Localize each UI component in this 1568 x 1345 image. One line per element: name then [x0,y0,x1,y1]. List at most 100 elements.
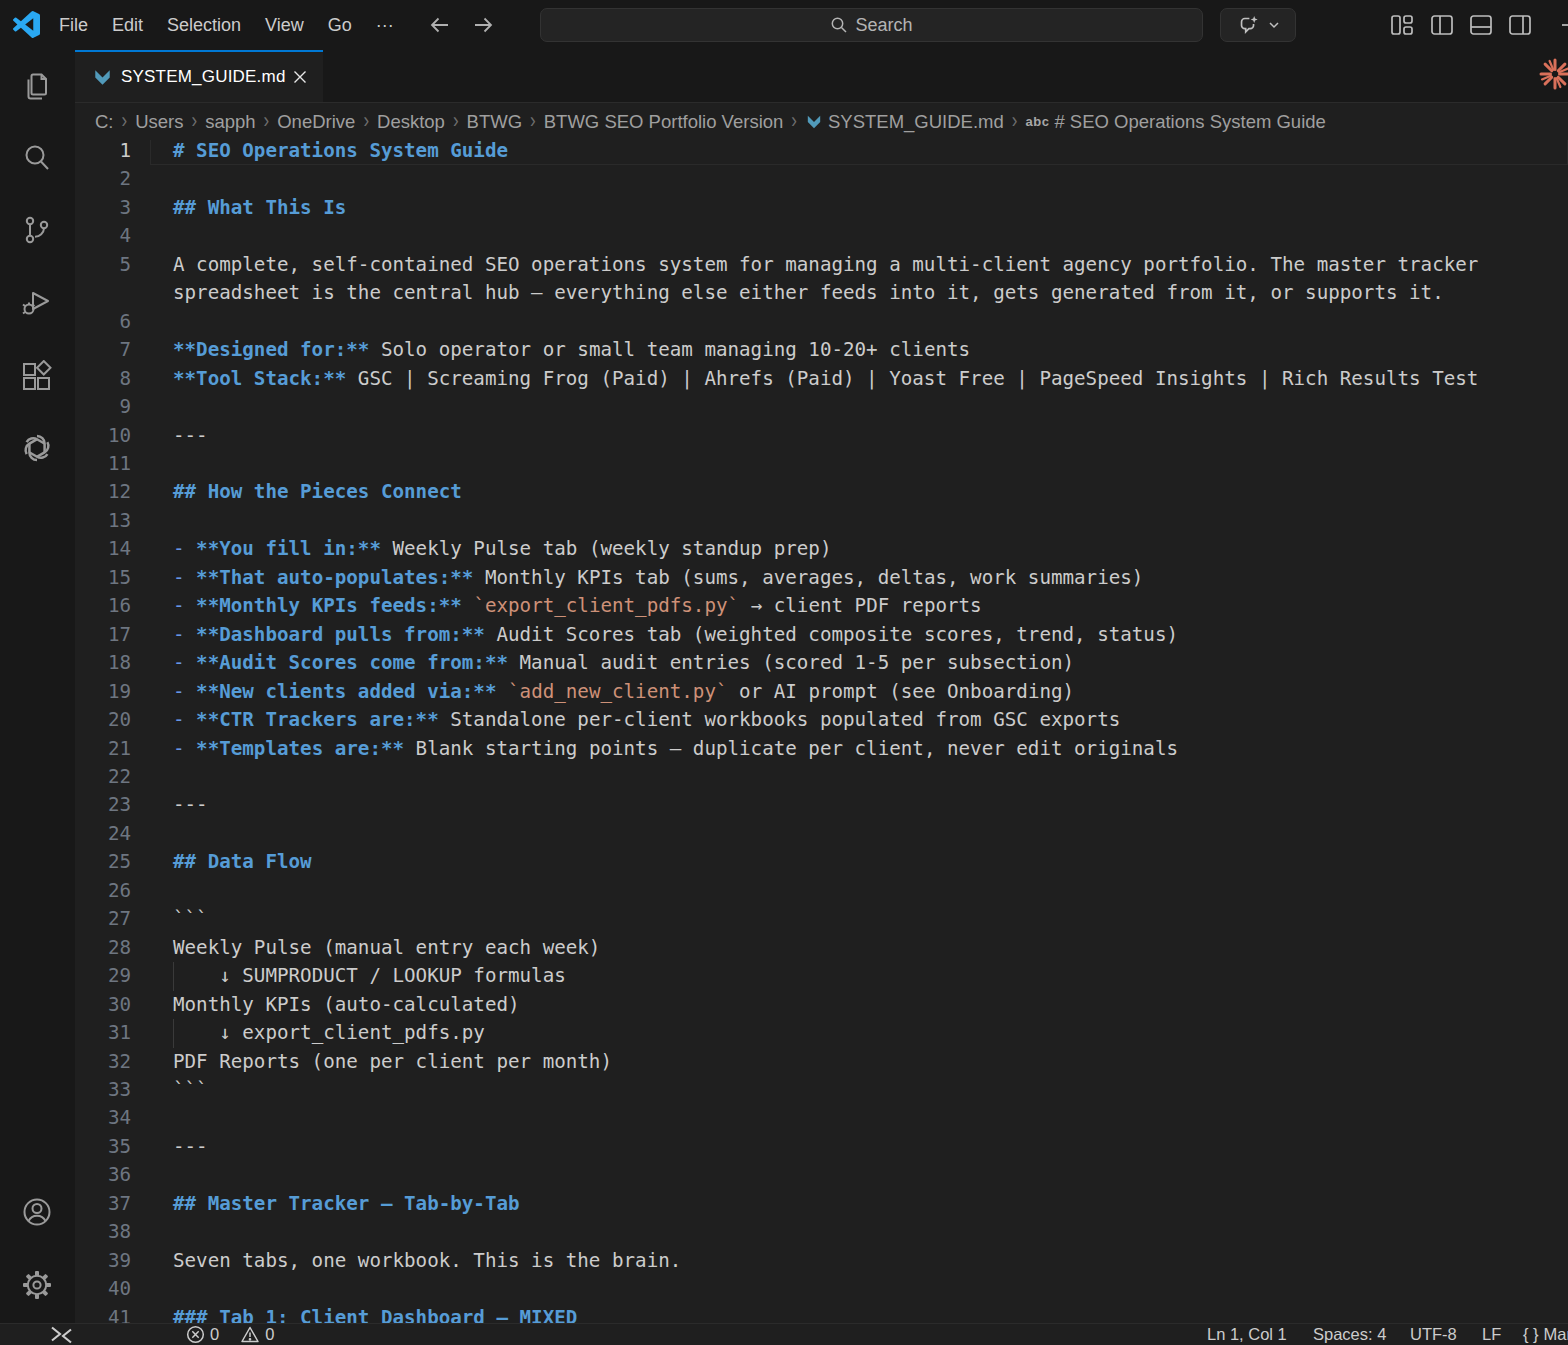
editor-line-16: 16- **Monthly KPIs feeds:** `export_clie… [75,592,1568,620]
code-text [173,820,1545,848]
customize-layout-button[interactable] [1389,12,1415,38]
breadcrumb-separator: › [362,109,370,134]
indentation-status[interactable]: Spaces: 4 [1313,1324,1386,1345]
line-number: 3 [75,194,131,222]
breadcrumb-item[interactable]: Desktop [377,111,445,133]
markdown-file-icon [92,67,113,88]
menu-view[interactable]: View [253,15,316,36]
encoding-status[interactable]: UTF-8 [1410,1324,1457,1345]
line-number: 21 [75,735,131,763]
editor-line-6: 6 [75,308,1568,336]
breadcrumb-item[interactable]: OneDrive [277,111,355,133]
line-number: 2 [75,165,131,193]
language-mode[interactable]: { }Markdown [1523,1324,1568,1345]
error-count: 0 [210,1325,219,1344]
breadcrumb-item[interactable]: C: [95,111,114,133]
editor-line-27: 27``` [75,905,1568,933]
cursor-position[interactable]: Ln 1, Col 1 [1207,1324,1287,1345]
code-text: ## What This Is [173,194,1545,222]
line-number: 20 [75,706,131,734]
menu-selection[interactable]: Selection [155,15,253,36]
account-icon[interactable] [20,1195,54,1229]
editor-line-21: 21- **Templates are:** Blank starting po… [75,735,1568,763]
run-debug-icon[interactable] [20,286,54,320]
settings-gear-icon[interactable] [20,1268,54,1302]
editor-line-41: 41### Tab 1: Client Dashboard — MIXED [75,1304,1568,1323]
code-text [173,1218,1545,1246]
code-text: # SEO Operations System Guide [173,140,1545,165]
editor-action-burst-icon[interactable] [1537,56,1568,92]
breadcrumb-item[interactable]: Users [135,111,183,133]
code-text [173,450,1545,478]
editor-line-30: 30Monthly KPIs (auto-calculated) [75,991,1568,1019]
source-control-icon[interactable] [20,213,54,247]
line-number: 22 [75,763,131,791]
breadcrumb-separator: › [190,109,198,134]
breadcrumb-item[interactable]: BTWG SEO Portfolio Version [544,111,784,133]
editor-line-9: 9 [75,393,1568,421]
line-number: 24 [75,820,131,848]
code-text: **Designed for:** Solo operator or small… [173,336,1545,364]
chevron-down-icon [1268,19,1280,31]
tab-strip: SYSTEM_GUIDE.md [75,50,1568,103]
line-number: 28 [75,934,131,962]
tab-system-guide[interactable]: SYSTEM_GUIDE.md [75,50,323,102]
editor-line-37: 37## Master Tracker — Tab-by-Tab [75,1190,1568,1218]
command-center-search[interactable]: Search [540,8,1203,42]
eol-status[interactable]: LF [1482,1324,1501,1345]
line-number: 29 [75,962,131,990]
code-text: - **Monthly KPIs feeds:** `export_client… [173,592,1545,620]
copilot-chat-button[interactable] [1220,8,1296,42]
code-text: ``` [173,1076,1545,1104]
forward-arrow-button[interactable] [467,9,499,41]
line-number: 13 [75,507,131,535]
toggle-panel-button[interactable] [1468,12,1494,38]
line-number: 9 [75,393,131,421]
editor-line-5: 5A complete, self-contained SEO operatio… [75,251,1568,308]
code-text: - **You fill in:** Weekly Pulse tab (wee… [173,535,1545,563]
editor-line-32: 32PDF Reports (one per client per month) [75,1048,1568,1076]
code-text [173,1275,1545,1303]
status-bar: 0 0 Ln 1, Col 1 Spaces: 4 UTF-8 LF { }Ma… [0,1323,1568,1345]
window-controls-partial-icon[interactable] [1560,12,1568,38]
menu-go[interactable]: Go [316,15,364,36]
code-text [173,1161,1545,1189]
code-text [173,763,1545,791]
problems-status[interactable]: 0 0 [186,1324,274,1345]
remote-indicator[interactable] [48,1324,75,1345]
menu-edit[interactable]: Edit [100,15,155,36]
extensions-icon[interactable] [20,360,54,394]
line-number: 25 [75,848,131,876]
symbol-text-icon: abc [1025,114,1049,129]
editor-line-24: 24 [75,820,1568,848]
editor-line-35: 35--- [75,1133,1568,1161]
line-number: 6 [75,308,131,336]
line-number: 7 [75,336,131,364]
toggle-secondary-sidebar-button[interactable] [1507,12,1533,38]
editor-pane[interactable]: 1# SEO Operations System Guide23## What … [75,140,1568,1323]
breadcrumb-item[interactable]: SYSTEM_GUIDE.md [805,111,1004,133]
editor-line-22: 22 [75,763,1568,791]
code-text: - **CTR Trackers are:** Standalone per-c… [173,706,1545,734]
editor-group: SYSTEM_GUIDE.md C:›Users›sapph›OneDrive›… [75,50,1568,1323]
tab-close-icon[interactable] [290,67,310,87]
editor-line-10: 10--- [75,422,1568,450]
editor-line-39: 39Seven tabs, one workbook. This is the … [75,1247,1568,1275]
editor-line-12: 12## How the Pieces Connect [75,478,1568,506]
editor-line-14: 14- **You fill in:** Weekly Pulse tab (w… [75,535,1568,563]
search-sidebar-icon[interactable] [20,141,54,175]
breadcrumb-item[interactable]: BTWG [467,111,523,133]
breadcrumb-item[interactable]: sapph [205,111,255,133]
code-text: - **That auto-populates:** Monthly KPIs … [173,564,1545,592]
breadcrumb-separator: › [263,109,271,134]
breadcrumb-item[interactable]: abc# SEO Operations System Guide [1025,111,1325,133]
back-arrow-button[interactable] [424,9,456,41]
editor-line-33: 33``` [75,1076,1568,1104]
toggle-primary-sidebar-button[interactable] [1429,12,1455,38]
editor-line-25: 25## Data Flow [75,848,1568,876]
editor-line-2: 2 [75,165,1568,193]
menu-file[interactable]: File [47,15,100,36]
openai-chatgpt-icon[interactable] [20,431,54,465]
menu-[interactable]: ··· [364,15,406,36]
explorer-icon[interactable] [20,70,54,104]
